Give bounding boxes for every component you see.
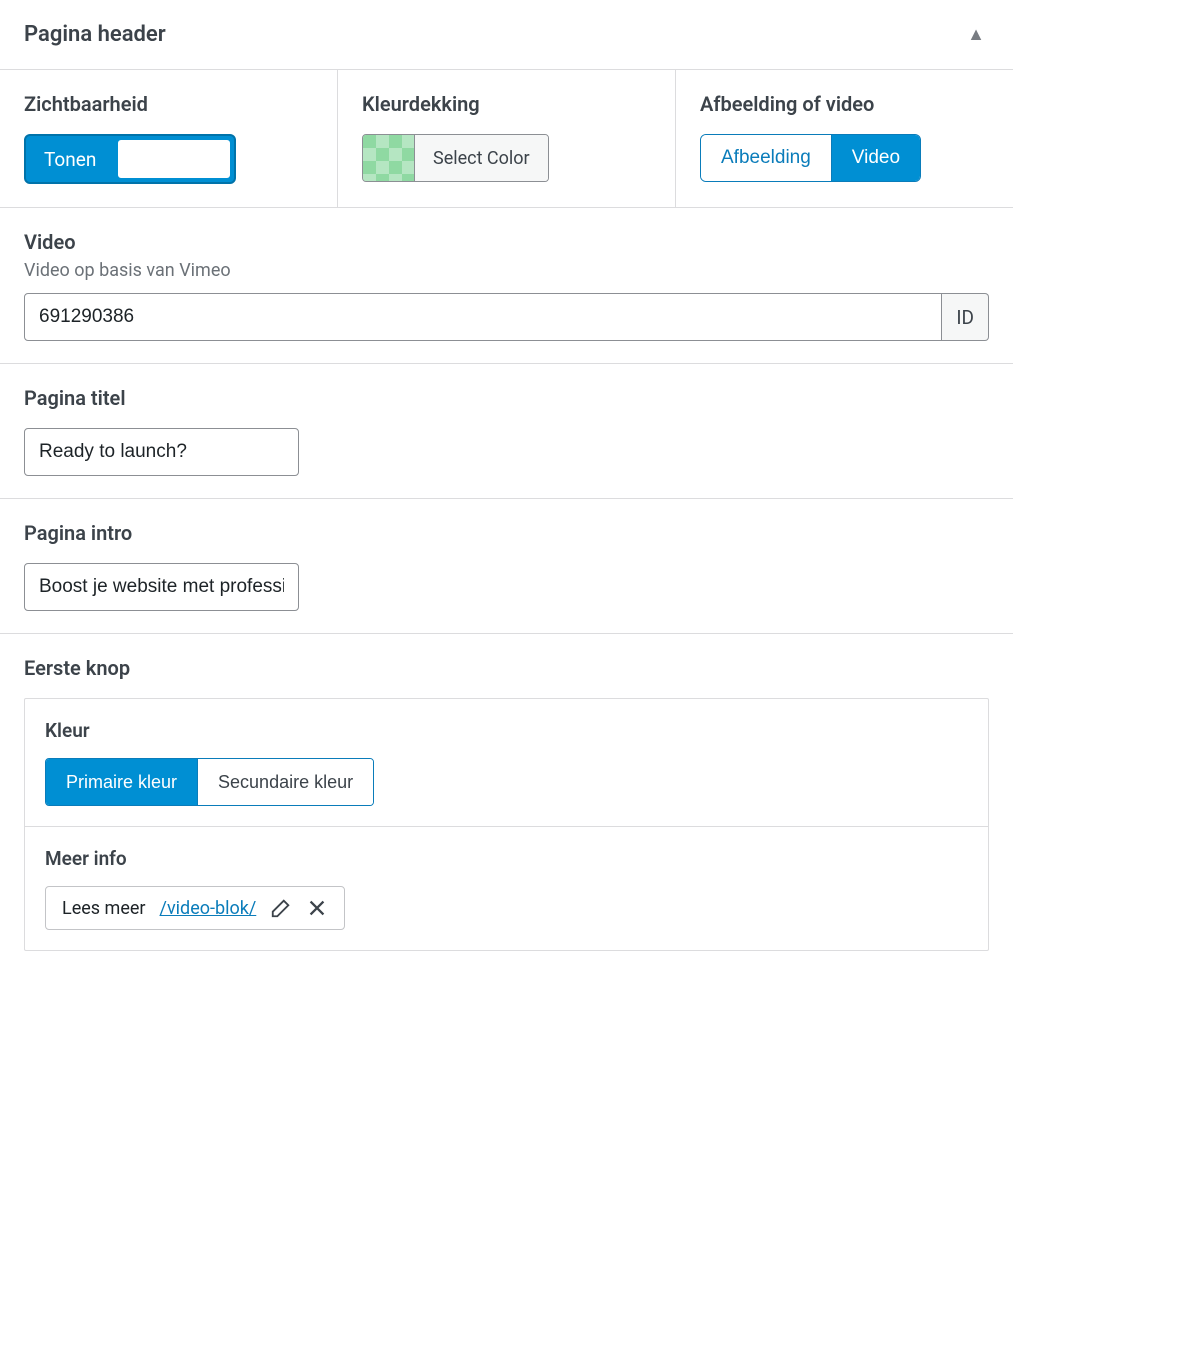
- button-link-block: Meer info Lees meer /video-blok/: [25, 826, 988, 950]
- button-link-text: Lees meer: [62, 898, 146, 919]
- visibility-label: Zichtbaarheid: [24, 92, 313, 116]
- media-type-label: Afbeelding of video: [700, 92, 989, 116]
- page-intro-input[interactable]: [24, 563, 299, 611]
- button-link-label: Meer info: [45, 847, 968, 870]
- select-color-button: Select Color: [415, 135, 548, 181]
- visibility-toggle-handle: [118, 140, 230, 178]
- first-button-label: Eerste knop: [24, 656, 989, 680]
- page-title-label: Pagina titel: [24, 386, 989, 410]
- color-overlay-label: Kleurdekking: [362, 92, 651, 116]
- color-picker[interactable]: Select Color: [362, 134, 549, 182]
- video-input-row: ID: [24, 293, 989, 341]
- page-intro-label: Pagina intro: [24, 521, 989, 545]
- header-options-row: Zichtbaarheid Tonen Kleurdekking Select …: [0, 70, 1013, 208]
- video-id-input[interactable]: [24, 293, 942, 341]
- first-button-section: Eerste knop Kleur Primaire kleur Secunda…: [0, 634, 1013, 973]
- color-swatch-icon: [363, 135, 415, 181]
- page-title-input[interactable]: [24, 428, 299, 476]
- button-link-url[interactable]: /video-blok/: [160, 898, 257, 919]
- visibility-toggle[interactable]: Tonen: [24, 134, 236, 184]
- button-color-segmented: Primaire kleur Secundaire kleur: [45, 758, 374, 806]
- video-label: Video: [24, 230, 989, 254]
- media-type-segmented: Afbeelding Video: [700, 134, 921, 182]
- page-title-section: Pagina titel: [0, 364, 1013, 499]
- close-icon[interactable]: [306, 897, 328, 919]
- button-color-primary[interactable]: Primaire kleur: [46, 759, 197, 805]
- button-color-secondary[interactable]: Secundaire kleur: [197, 759, 373, 805]
- video-helper: Video op basis van Vimeo: [24, 260, 989, 281]
- color-overlay-cell: Kleurdekking Select Color: [337, 70, 675, 208]
- edit-icon[interactable]: [270, 897, 292, 919]
- page-intro-section: Pagina intro: [0, 499, 1013, 634]
- media-type-video-button[interactable]: Video: [831, 135, 920, 181]
- visibility-cell: Zichtbaarheid Tonen: [0, 70, 337, 208]
- collapse-icon[interactable]: ▲: [967, 24, 989, 45]
- visibility-toggle-active: Tonen: [26, 136, 114, 182]
- panel-title: Pagina header: [24, 22, 166, 47]
- button-color-block: Kleur Primaire kleur Secundaire kleur: [25, 699, 988, 826]
- button-link-pill: Lees meer /video-blok/: [45, 886, 345, 930]
- button-color-label: Kleur: [45, 719, 968, 742]
- video-section: Video Video op basis van Vimeo ID: [0, 208, 1013, 364]
- media-type-image-button[interactable]: Afbeelding: [701, 135, 831, 181]
- first-button-panel: Kleur Primaire kleur Secundaire kleur Me…: [24, 698, 989, 951]
- video-id-suffix: ID: [942, 293, 989, 341]
- media-type-cell: Afbeelding of video Afbeelding Video: [675, 70, 1013, 208]
- panel-header[interactable]: Pagina header ▲: [0, 0, 1013, 70]
